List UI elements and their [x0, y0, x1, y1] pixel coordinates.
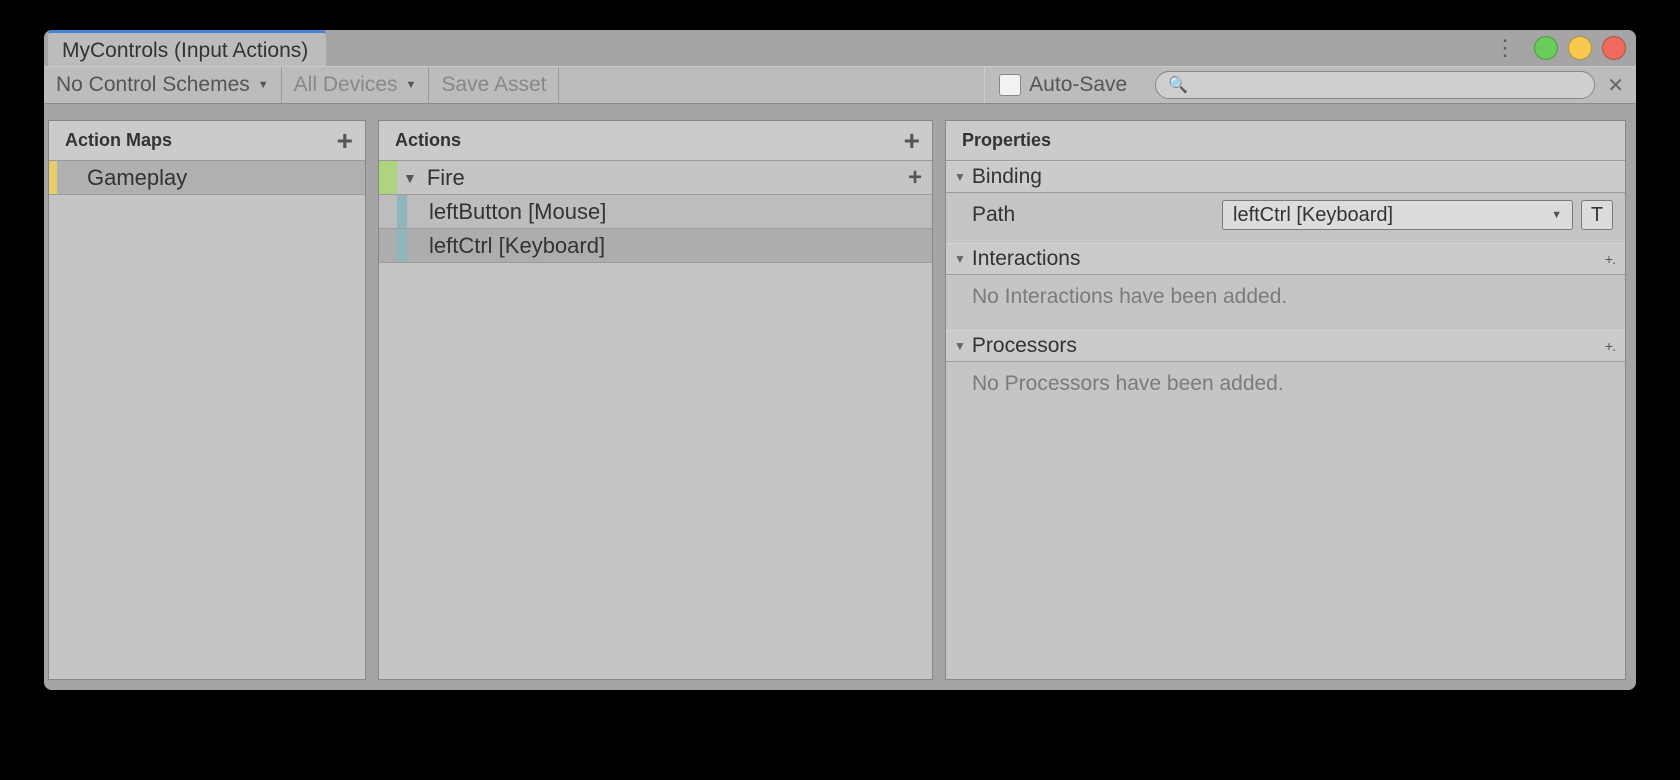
add-processor-button[interactable]: +. [1605, 338, 1615, 354]
add-action-map-button[interactable]: + [335, 127, 355, 155]
action-map-stripe [49, 161, 57, 194]
path-label: Path [972, 203, 1222, 227]
traffic-close-button[interactable] [1602, 36, 1626, 60]
action-name: Fire [421, 165, 465, 191]
window-tab[interactable]: MyControls (Input Actions) [48, 30, 326, 66]
control-schemes-dropdown[interactable]: No Control Schemes [44, 67, 282, 103]
devices-label: All Devices [294, 73, 398, 97]
interactions-empty-text: No Interactions have been added. [946, 275, 1625, 324]
binding-row[interactable]: leftButton [Mouse] [379, 195, 932, 229]
processors-empty-text: No Processors have been added. [946, 362, 1625, 411]
path-value: leftCtrl [Keyboard] [1233, 204, 1393, 227]
binding-stripe [397, 195, 407, 228]
devices-dropdown[interactable]: All Devices [282, 67, 430, 103]
main-area: Action Maps + Gameplay Actions + [44, 104, 1636, 690]
processors-header-label: Processors [972, 334, 1077, 358]
binding-label: leftButton [Mouse] [407, 199, 606, 225]
clear-search-button[interactable]: ✕ [1603, 73, 1628, 98]
add-interaction-button[interactable]: +. [1605, 251, 1615, 267]
disclosure-triangle-icon[interactable] [403, 170, 417, 186]
titlebar: MyControls (Input Actions) ⋮ [44, 30, 1636, 66]
properties-title: Properties [962, 130, 1051, 151]
binding-section-header[interactable]: Binding [946, 161, 1625, 193]
search-icon: 🔍 [1168, 75, 1188, 95]
path-dropdown[interactable]: leftCtrl [Keyboard] [1222, 200, 1573, 230]
add-binding-button[interactable]: + [908, 164, 922, 192]
binding-path-row: Path leftCtrl [Keyboard] T [946, 193, 1625, 237]
chevron-down-icon [954, 252, 966, 266]
save-asset-button[interactable]: Save Asset [429, 67, 559, 103]
actions-header: Actions + [379, 121, 932, 161]
chevron-down-icon [954, 170, 966, 184]
traffic-maximize-button[interactable] [1568, 36, 1592, 60]
interactions-section-header[interactable]: Interactions +. [946, 243, 1625, 275]
binding-header-label: Binding [972, 165, 1042, 189]
binding-stripe [397, 229, 407, 262]
binding-label: leftCtrl [Keyboard] [407, 233, 605, 259]
actions-panel: Actions + Fire + leftButton [Mouse] left… [378, 120, 933, 680]
listen-button[interactable]: T [1581, 200, 1613, 230]
traffic-minimize-button[interactable] [1534, 36, 1558, 60]
chevron-down-icon [954, 339, 966, 353]
window-title: MyControls (Input Actions) [62, 39, 308, 63]
toolbar: No Control Schemes All Devices Save Asse… [44, 66, 1636, 104]
actions-title: Actions [395, 130, 461, 151]
listen-button-label: T [1591, 204, 1603, 227]
action-map-label: Gameplay [57, 165, 187, 191]
auto-save-label: Auto-Save [1029, 73, 1127, 97]
properties-header: Properties [946, 121, 1625, 161]
binding-row[interactable]: leftCtrl [Keyboard] [379, 229, 932, 263]
action-maps-title: Action Maps [65, 130, 172, 151]
action-maps-panel: Action Maps + Gameplay [48, 120, 366, 680]
interactions-header-label: Interactions [972, 247, 1081, 271]
action-row[interactable]: Fire + [379, 161, 932, 195]
action-map-row[interactable]: Gameplay [49, 161, 365, 195]
action-stripe [379, 161, 397, 194]
save-asset-label: Save Asset [441, 73, 546, 97]
add-action-button[interactable]: + [902, 127, 922, 155]
auto-save-checkbox[interactable] [999, 74, 1021, 96]
properties-panel: Properties Binding Path leftCtrl [Keyboa… [945, 120, 1626, 680]
action-maps-header: Action Maps + [49, 121, 365, 161]
auto-save-toggle[interactable]: Auto-Save [984, 67, 1141, 103]
input-actions-window: MyControls (Input Actions) ⋮ No Control … [44, 30, 1636, 690]
search-input[interactable]: 🔍 [1155, 71, 1595, 99]
control-schemes-label: No Control Schemes [56, 73, 250, 97]
kebab-menu-icon[interactable]: ⋮ [1486, 35, 1524, 61]
processors-section-header[interactable]: Processors +. [946, 330, 1625, 362]
